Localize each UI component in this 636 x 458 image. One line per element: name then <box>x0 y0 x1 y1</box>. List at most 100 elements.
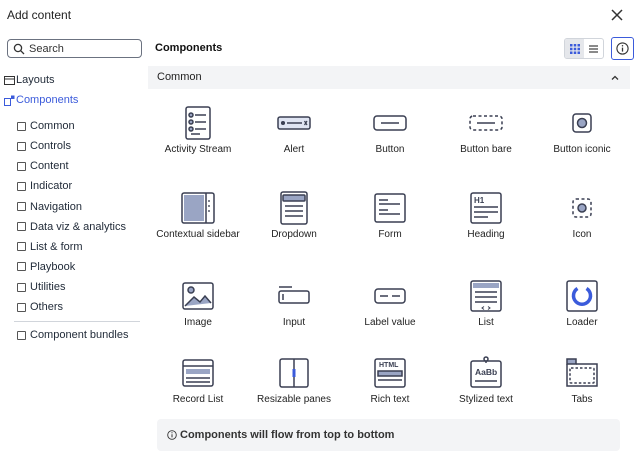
filter-playbook[interactable]: Playbook <box>17 259 126 275</box>
component-label: Button <box>375 144 405 155</box>
input-icon <box>278 286 310 304</box>
component-label: Button iconic <box>553 144 611 155</box>
layouts-icon <box>4 75 15 85</box>
close-icon[interactable] <box>608 6 626 24</box>
component-label: Record List <box>172 394 224 405</box>
component-tile-form[interactable]: Form <box>342 190 438 240</box>
checkbox[interactable] <box>17 202 26 212</box>
button-iconic-icon <box>572 113 592 133</box>
component-tile-label-value[interactable]: Label value <box>342 278 438 328</box>
sidebar-item-label: Layouts <box>16 74 55 86</box>
checkbox[interactable] <box>17 141 26 151</box>
filter-label: Content <box>30 160 69 173</box>
flow-hint-text: Components will flow from top to bottom <box>180 429 395 441</box>
component-tile-button-bare[interactable]: Button bare <box>438 105 534 155</box>
component-label: Contextual sidebar <box>156 229 240 240</box>
component-tile-rich-text[interactable]: HTML Rich text <box>342 355 438 405</box>
filter-indicator[interactable]: Indicator <box>17 178 126 194</box>
sidebar-nav: Layouts Components <box>4 72 78 112</box>
component-label: Image <box>184 317 212 328</box>
filter-utilities[interactable]: Utilities <box>17 279 126 295</box>
component-tile-contextual-sidebar[interactable]: Contextual sidebar <box>150 190 246 240</box>
grid-view-button[interactable] <box>565 39 584 58</box>
component-tile-image[interactable]: Image <box>150 278 246 328</box>
component-tile-dropdown[interactable]: Dropdown <box>246 190 342 240</box>
component-tile-activity-stream[interactable]: Activity Stream <box>150 105 246 155</box>
filter-label: Indicator <box>30 180 73 193</box>
image-icon <box>182 282 214 310</box>
contextual-sidebar-icon <box>181 192 215 224</box>
filter-common[interactable]: Common <box>17 118 126 134</box>
search-input[interactable] <box>29 42 129 55</box>
filter-label: Component bundles <box>30 329 129 341</box>
filter-label: Common <box>30 120 75 132</box>
component-tile-record-list[interactable]: Record List <box>150 355 246 405</box>
dialog-titlebar: Add content <box>0 0 636 30</box>
component-label: Tabs <box>571 394 593 405</box>
list-view-button[interactable] <box>584 39 603 58</box>
filter-data-viz[interactable]: Data viz & analytics <box>17 219 126 235</box>
info-button[interactable] <box>611 37 634 60</box>
component-tile-button-iconic[interactable]: Button iconic <box>534 105 630 155</box>
component-tile-tabs[interactable]: Tabs <box>534 355 630 405</box>
button-icon <box>373 115 407 131</box>
filter-content[interactable]: Content <box>17 158 126 174</box>
checkbox[interactable] <box>17 181 26 191</box>
info-icon <box>167 430 177 440</box>
component-label: Button bare <box>460 144 512 155</box>
component-grid: Activity Stream Alert Button Button bare… <box>150 100 630 418</box>
component-tile-loader[interactable]: Loader <box>534 278 630 328</box>
form-icon <box>374 193 406 223</box>
checkbox[interactable] <box>17 242 26 252</box>
component-tile-button[interactable]: Button <box>342 105 438 155</box>
component-tile-input[interactable]: Input <box>246 278 342 328</box>
info-icon <box>616 42 629 55</box>
component-tile-heading[interactable]: H1 Heading <box>438 190 534 240</box>
sidebar-item-components[interactable]: Components <box>4 92 78 108</box>
view-toggle <box>564 38 604 59</box>
filter-controls[interactable]: Controls <box>17 138 126 154</box>
component-tile-icon[interactable]: Icon <box>534 190 630 240</box>
filter-navigation[interactable]: Navigation <box>17 199 126 215</box>
section-header-common[interactable]: Common <box>148 66 630 89</box>
filter-list-form[interactable]: List & form <box>17 239 126 255</box>
rich-text-icon: HTML <box>374 358 406 388</box>
component-label: Resizable panes <box>257 394 331 405</box>
component-label: Form <box>378 229 402 240</box>
heading-icon: H1 <box>470 192 502 224</box>
components-icon <box>4 95 15 106</box>
component-label: Heading <box>467 229 505 240</box>
filter-others[interactable]: Others <box>17 299 126 315</box>
component-label: Loader <box>566 317 598 328</box>
sidebar-divider <box>14 321 140 322</box>
component-tile-stylized-text[interactable]: AaBb Stylized text <box>438 355 534 405</box>
checkbox[interactable] <box>17 161 26 171</box>
search-box[interactable] <box>7 39 142 58</box>
component-tile-resizable-panes[interactable]: Resizable panes <box>246 355 342 405</box>
checkbox[interactable] <box>17 282 26 292</box>
dropdown-icon <box>280 191 308 225</box>
section-label: Common <box>157 71 202 83</box>
category-filters: Common Controls Content Indicator Naviga… <box>17 118 126 319</box>
checkbox[interactable] <box>17 262 26 272</box>
button-bare-icon <box>469 115 503 131</box>
checkbox[interactable] <box>17 302 26 312</box>
sidebar-item-label: Components <box>16 94 79 106</box>
checkbox[interactable] <box>17 330 26 340</box>
sidebar-item-layouts[interactable]: Layouts <box>4 72 78 88</box>
checkbox[interactable] <box>17 121 26 131</box>
component-tile-list[interactable]: List <box>438 278 534 328</box>
alert-icon <box>277 116 311 130</box>
component-tile-alert[interactable]: Alert <box>246 105 342 155</box>
component-bundles-filter: Component bundles <box>17 327 128 347</box>
resizable-panes-icon <box>279 358 309 388</box>
list-view-icon <box>589 44 598 53</box>
filter-component-bundles[interactable]: Component bundles <box>17 327 128 343</box>
flow-hint: Components will flow from top to bottom <box>157 419 620 451</box>
checkbox[interactable] <box>17 222 26 232</box>
chevron-up-icon <box>611 75 619 80</box>
filter-label: Others <box>30 301 64 314</box>
list-icon <box>470 280 502 312</box>
filter-label: List & form <box>30 240 83 253</box>
loader-icon <box>566 280 598 312</box>
